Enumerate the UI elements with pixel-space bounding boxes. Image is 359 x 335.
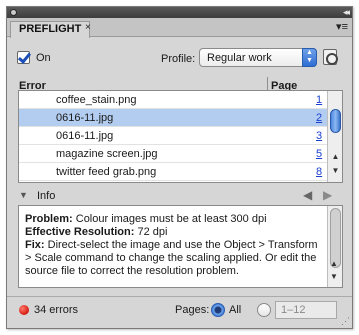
- error-count[interactable]: 34 errors: [34, 304, 78, 317]
- table-row[interactable]: 0616-11.jpg 3: [19, 127, 327, 145]
- previous-error-icon[interactable]: ◀: [303, 188, 312, 202]
- info-scroll-up-icon[interactable]: ▲: [330, 259, 338, 268]
- on-checkbox[interactable]: [17, 51, 30, 64]
- table-row[interactable]: coffee_stain.png 1: [19, 91, 327, 109]
- problem-label: Problem:: [25, 213, 73, 225]
- next-error-icon[interactable]: ▶: [323, 188, 332, 202]
- page-link[interactable]: 8: [316, 165, 322, 179]
- on-label: On: [36, 52, 51, 64]
- resize-grip-icon[interactable]: ⋰: [341, 316, 350, 327]
- tab-strip: PREFLIGHT × ▾≡: [7, 18, 352, 38]
- pages-range-field[interactable]: 1–12: [275, 301, 337, 319]
- scroll-up-icon[interactable]: ▲: [329, 151, 342, 163]
- panel-titlebar: ◂◂: [7, 7, 352, 18]
- info-text: Problem: Colour images must be at least …: [25, 213, 323, 278]
- error-name: magazine screen.jpg: [56, 148, 158, 160]
- page-link[interactable]: 1: [316, 93, 322, 107]
- pages-all-label: All: [229, 304, 242, 316]
- preflight-panel: ◂◂ PREFLIGHT × ▾≡ On Profile: Regular wo…: [6, 6, 353, 329]
- footer-divider: [7, 296, 352, 297]
- info-scroll-down-icon[interactable]: ▼: [330, 272, 338, 281]
- scroll-thumb[interactable]: [330, 109, 341, 133]
- fix-label: Fix:: [25, 239, 45, 251]
- table-row[interactable]: magazine screen.jpg 5: [19, 145, 327, 163]
- panel-menu-icon[interactable]: ▾≡: [336, 21, 348, 34]
- info-label: Info: [37, 190, 56, 202]
- error-name: twitter feed grab.png: [56, 166, 157, 178]
- resolution-text: 72 dpi: [134, 226, 168, 238]
- error-status-icon: [19, 305, 29, 315]
- error-list: coffee_stain.png 1 0616-11.jpg 2 0616-11…: [18, 90, 343, 183]
- collapse-panel-icon[interactable]: ◂◂: [343, 6, 350, 18]
- error-name: coffee_stain.png: [56, 94, 137, 106]
- define-profiles-icon[interactable]: [323, 49, 338, 65]
- pages-range-radio[interactable]: [257, 303, 271, 317]
- profile-select-value: Regular work: [207, 52, 272, 64]
- page-link[interactable]: 5: [316, 147, 322, 161]
- table-row[interactable]: 0616-11.jpg 2: [19, 109, 327, 127]
- error-name: 0616-11.jpg: [56, 112, 114, 124]
- close-panel-icon[interactable]: [10, 9, 17, 16]
- info-scrollbar[interactable]: ▲ ▼: [327, 206, 342, 287]
- pages-label: Pages:: [175, 304, 210, 316]
- disclosure-triangle-icon[interactable]: ▼: [19, 190, 28, 200]
- error-list-scrollbar[interactable]: ▲ ▼: [327, 91, 342, 182]
- table-row[interactable]: twitter feed grab.png 8: [19, 163, 327, 181]
- page-link[interactable]: 2: [316, 111, 322, 125]
- tab-preflight[interactable]: PREFLIGHT: [10, 21, 91, 38]
- tab-close-icon[interactable]: ×: [85, 21, 91, 35]
- resolution-label: Effective Resolution:: [25, 226, 135, 238]
- column-divider[interactable]: [267, 77, 268, 91]
- page-link[interactable]: 3: [316, 129, 322, 143]
- pages-range-value: 1–12: [281, 304, 306, 316]
- select-arrows-icon: ▲ ▼: [302, 48, 317, 67]
- info-section-header[interactable]: ▼ Info ◀ ▶: [17, 187, 343, 205]
- fix-text: Direct-select the image and use the Obje…: [25, 239, 318, 277]
- error-name: 0616-11.jpg: [56, 130, 114, 142]
- pages-all-radio[interactable]: [211, 303, 225, 317]
- info-box: Problem: Colour images must be at least …: [18, 205, 343, 288]
- scroll-down-icon[interactable]: ▼: [329, 165, 342, 177]
- problem-text: Colour images must be at least 300 dpi: [72, 213, 267, 225]
- profile-select[interactable]: Regular work ▲ ▼: [199, 48, 317, 67]
- profile-label: Profile:: [161, 53, 196, 65]
